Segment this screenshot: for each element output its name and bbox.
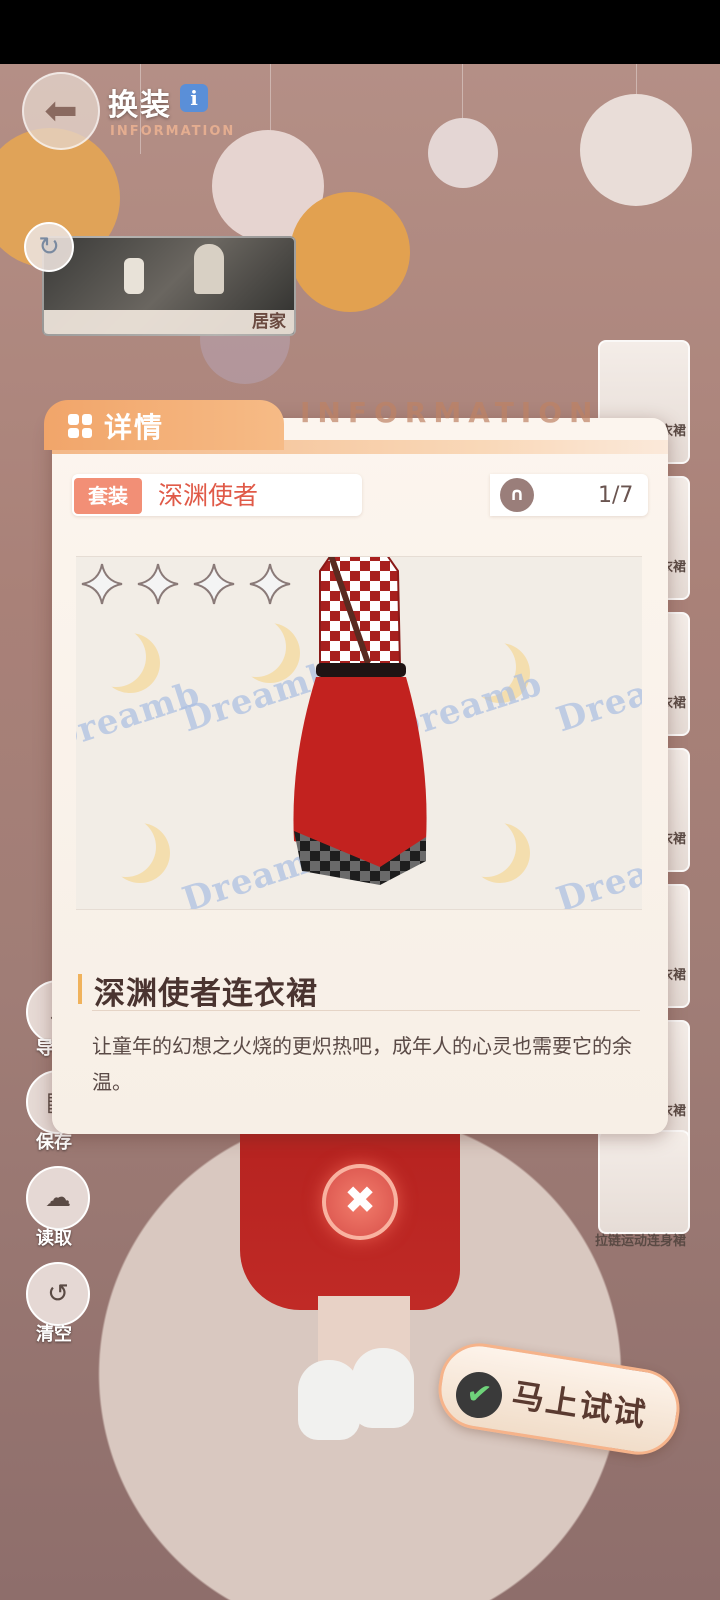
load-icon: ☁ [45,1183,71,1213]
load-label: 读取 [36,1228,72,1249]
page-subtitle: INFORMATION [110,124,236,139]
dreamborn-logo: Dreamb [551,653,642,741]
detail-tab-label: 详情 [104,411,165,444]
moon-pattern [96,817,156,877]
scene-selector[interactable]: 居家 [42,236,296,336]
character-shoe [352,1348,414,1428]
panel-watermark: INFORMATION [300,396,600,429]
refresh-scene-button[interactable]: ↻ [24,222,74,272]
item-preview: Dreamb Dreamb Dreamb Dreamb Dreamb Dream… [76,556,642,910]
suit-name[interactable]: 深渊使者 [158,478,258,514]
back-arrow-icon: ⬅ [44,88,78,134]
close-button[interactable]: ✖ [322,1164,398,1240]
clothing-icon: ∩ [500,478,534,512]
back-button[interactable]: ⬅ [22,72,100,150]
moon-pattern [456,817,516,877]
clear-button[interactable]: ↺ [26,1262,90,1326]
dress-image [293,557,427,885]
close-icon: ✖ [344,1178,376,1222]
grid-icon [68,414,92,438]
side-item-label: 拉链运动连身裙 [594,1234,686,1249]
title-accent-bar [78,974,82,1004]
suit-tag: 套装 [74,478,142,514]
scene-label: 居家 [252,312,286,332]
rarity-star-icon [80,562,124,606]
page-title: 换装 [108,88,172,123]
rarity-star-icon [248,562,292,606]
status-bar [0,0,720,64]
dreamborn-logo: Dreamb [551,833,642,910]
clear-icon: ↺ [47,1279,69,1309]
refresh-icon: ↻ [38,232,60,262]
rarity-star-icon [192,562,236,606]
character-shoe [298,1360,360,1440]
lamp-icon [194,244,224,294]
item-description: 让童年的幻想之火烧的更炽热吧，成年人的心灵也需要它的余温。 [92,1034,632,1094]
info-icon[interactable]: i [180,84,208,112]
suit-count: 1/7 [598,483,634,508]
side-clothing-item[interactable] [598,1130,690,1234]
moon-pattern [86,627,146,687]
moon-pattern [226,617,286,677]
divider [92,1010,640,1011]
clear-label: 清空 [36,1324,72,1345]
rarity-star-icon [136,562,180,606]
vase-icon [124,258,144,294]
item-title: 深渊使者连衣裙 [94,976,318,1012]
load-button[interactable]: ☁ [26,1166,90,1230]
